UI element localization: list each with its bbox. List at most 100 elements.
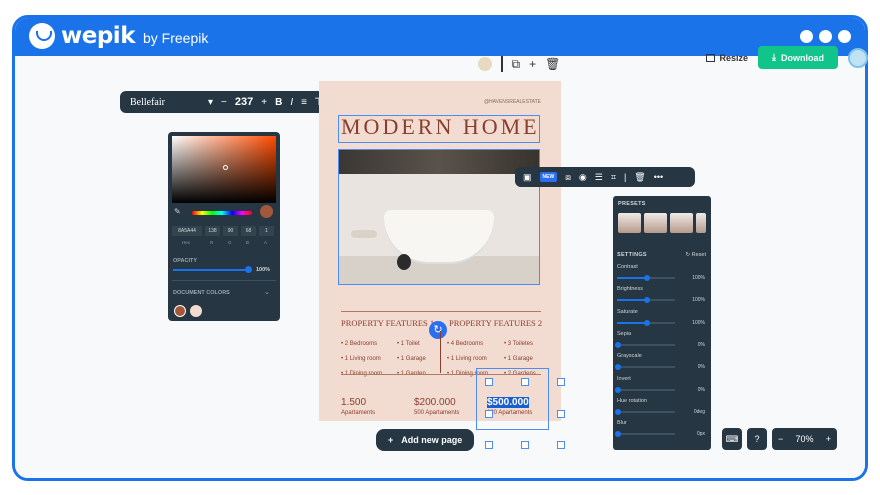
setting-row: Invert 0% <box>615 375 705 393</box>
keyboard-shortcuts-button[interactable]: ⌨ <box>722 428 742 450</box>
eyedropper-icon[interactable]: ✎ <box>174 207 181 216</box>
g-field[interactable]: 90 <box>223 226 238 236</box>
font-size-increase[interactable]: + <box>261 97 267 108</box>
help-button[interactable]: ? <box>747 428 767 450</box>
image-icon[interactable]: ▣ <box>523 172 532 183</box>
dot-icon <box>800 30 813 43</box>
more-icon[interactable]: ••• <box>654 172 663 182</box>
setting-name: Invert <box>617 375 631 382</box>
features-list-1[interactable]: • 2 Bedrooms• 1 Living room• 1 Dining ro… <box>341 337 382 382</box>
chevron-down-icon[interactable]: ⌄ <box>264 288 270 296</box>
resize-handle[interactable] <box>485 378 493 386</box>
a-field[interactable]: 1 <box>259 226 274 236</box>
resize-handle[interactable] <box>485 441 493 449</box>
new-badge[interactable]: NEW <box>539 172 558 182</box>
resize-handle[interactable] <box>521 441 529 449</box>
color-values: 8A5A44 138 90 68 1 Hex R G B A <box>172 226 274 245</box>
resize-icon <box>706 53 716 62</box>
setting-slider-knob[interactable] <box>644 275 650 281</box>
preset-list <box>618 213 706 233</box>
setting-slider-track[interactable] <box>617 410 675 413</box>
preset-thumbnail[interactable] <box>644 213 667 233</box>
logo[interactable]: wepik by Freepik <box>29 23 208 49</box>
crop-icon[interactable]: ⌗ <box>611 172 616 183</box>
font-select[interactable]: Bellefair <box>130 97 200 108</box>
preset-thumbnail[interactable] <box>618 213 641 233</box>
setting-slider-knob[interactable] <box>644 297 650 304</box>
image-settings-panel: PRESETS SETTINGS ↻ Reset Contrast 100% Bri… <box>613 196 711 450</box>
features-1-heading[interactable]: PROPERTY FEATURES 1 <box>341 318 434 328</box>
brand-name: wepik <box>61 23 136 49</box>
setting-slider-knob[interactable] <box>615 431 621 438</box>
hex-label: Hex <box>182 240 191 245</box>
setting-slider-knob[interactable] <box>615 386 621 393</box>
bold-icon[interactable]: B <box>275 97 282 108</box>
adjust-icon[interactable]: ☰ <box>595 172 603 183</box>
italic-icon[interactable]: I <box>290 97 293 108</box>
reset-button[interactable]: ↻ Reset <box>685 252 706 258</box>
document-color-swatch[interactable] <box>174 305 186 317</box>
resize-handle[interactable] <box>557 441 565 449</box>
top-actions: Resize ⤓ Download <box>706 46 868 69</box>
font-size-decrease[interactable]: − <box>221 97 227 108</box>
opacity-slider-knob[interactable] <box>245 266 252 273</box>
bathroom-photo[interactable] <box>338 149 540 285</box>
zoom-in-icon[interactable]: + <box>826 434 831 444</box>
setting-slider-track[interactable] <box>617 366 675 369</box>
duplicate-page-icon[interactable]: ⧉ <box>512 57 521 72</box>
setting-slider-fill <box>617 277 646 279</box>
download-label: Download <box>781 52 824 63</box>
vase-graphic <box>397 254 411 270</box>
setting-slider-track[interactable] <box>617 433 675 436</box>
font-size-value[interactable]: 237 <box>235 96 253 108</box>
setting-slider-knob[interactable] <box>615 408 621 415</box>
delete-icon[interactable]: 🗑 <box>634 172 645 183</box>
replace-icon[interactable]: ⧈ <box>565 172 571 183</box>
current-color-swatch <box>260 205 273 218</box>
align-icon[interactable]: ≡ <box>301 97 307 108</box>
keyboard-icon: ⌨ <box>725 433 739 444</box>
resize-handle[interactable] <box>557 410 565 418</box>
color-picker-cursor[interactable] <box>223 165 228 170</box>
resize-handle[interactable] <box>521 378 529 386</box>
background-color-swatch[interactable] <box>478 57 492 71</box>
rotate-icon[interactable]: ↻ <box>429 321 447 339</box>
download-button[interactable]: ⤓ Download <box>758 46 838 69</box>
setting-slider-track[interactable] <box>617 388 675 391</box>
r-field[interactable]: 138 <box>205 226 220 236</box>
opacity-slider[interactable] <box>173 269 249 271</box>
add-new-page-button[interactable]: + Add new page <box>376 429 475 451</box>
delete-page-icon[interactable]: 🗑 <box>545 57 560 71</box>
document-color-swatch[interactable] <box>190 305 202 317</box>
zoom-value[interactable]: 70% <box>795 434 813 444</box>
hue-slider[interactable] <box>192 211 252 215</box>
add-page-icon[interactable]: + <box>529 57 536 71</box>
zoom-out-icon[interactable]: − <box>778 434 783 444</box>
avatar[interactable] <box>848 47 868 68</box>
setting-slider-track[interactable] <box>617 343 675 346</box>
resize-button[interactable]: Resize <box>706 53 748 63</box>
chevron-down-icon[interactable]: ▾ <box>208 97 213 108</box>
b-field[interactable]: 68 <box>241 226 256 236</box>
stool-graphic <box>351 230 377 238</box>
features-2-heading[interactable]: PROPERTY FEATURES 2 <box>449 318 542 328</box>
hex-field[interactable]: 8A5A44 <box>172 226 202 236</box>
setting-name: Brightness <box>617 286 643 293</box>
setting-row: Brightness 100% <box>617 286 705 304</box>
setting-row: Blur 0px <box>615 420 705 438</box>
setting-slider-knob[interactable] <box>615 364 621 371</box>
b-label: B <box>246 240 250 245</box>
price-1[interactable]: 1.500 Apartaments <box>341 397 375 416</box>
help-icon: ? <box>754 434 760 444</box>
setting-slider-knob[interactable] <box>615 341 621 348</box>
resize-handle[interactable] <box>557 378 565 386</box>
preset-thumbnail[interactable] <box>696 213 706 233</box>
setting-row: Grayscale 0% <box>615 353 705 371</box>
mask-icon[interactable]: ◉ <box>579 172 587 183</box>
setting-slider-knob[interactable] <box>644 319 650 326</box>
preset-thumbnail[interactable] <box>670 213 693 233</box>
resize-handle[interactable] <box>485 410 493 418</box>
features-list-2[interactable]: • 1 Toilet• 1 Garage• 1 Garden <box>397 337 426 382</box>
setting-name: Sepia <box>617 330 632 337</box>
price-2[interactable]: $200.000 500 Apartaments <box>414 397 459 416</box>
